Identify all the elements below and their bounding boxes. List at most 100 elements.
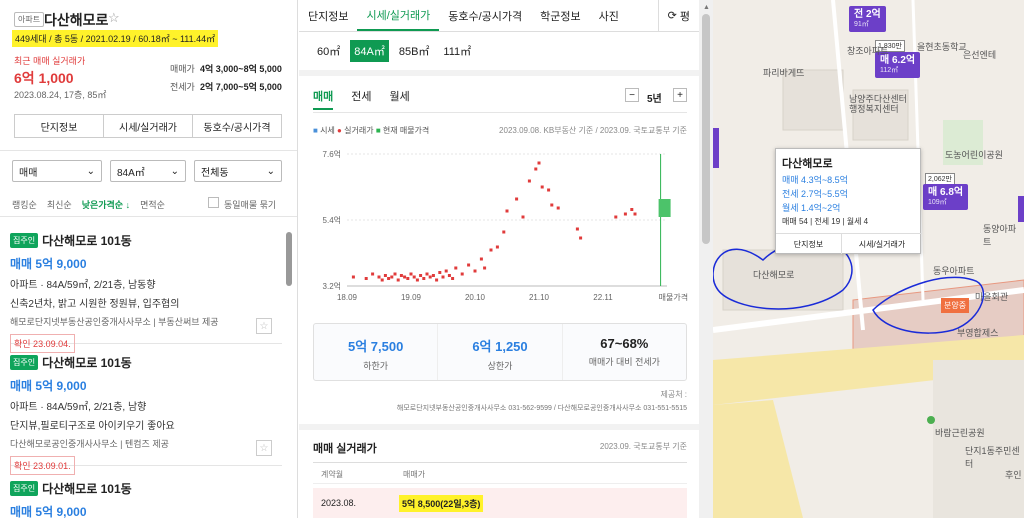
map-label: 은선엔테 — [963, 50, 997, 60]
deal-point — [473, 269, 477, 273]
period-plus-button[interactable]: + — [673, 88, 687, 102]
star-icon[interactable]: ☆ — [256, 440, 272, 456]
dong-value: 전체동 — [201, 167, 229, 179]
map-label: 단지1동주민센터 — [965, 446, 1020, 469]
map-label: 바람근린공원 — [935, 428, 985, 438]
pin-sub: 112㎡ — [880, 66, 899, 74]
deal-point — [521, 215, 525, 219]
sort-low-price[interactable]: 낮은가격순 ↓ — [82, 198, 130, 211]
price-button[interactable]: 시세/실거래가 — [104, 115, 193, 137]
legend-listing-marker: ■ — [375, 126, 381, 135]
map-label: 동우아파트 — [933, 266, 975, 276]
sort-ranking[interactable]: 랭킹순 — [12, 198, 37, 211]
pin-title: 매 6.8억 — [928, 187, 964, 198]
summary-high-label: 상한가 — [487, 361, 513, 371]
popup-price-button[interactable]: 시세/실거래가 — [842, 234, 922, 254]
deal-point — [515, 197, 519, 201]
deal-point — [387, 277, 391, 280]
deal-point — [380, 278, 384, 282]
popup-rent: 월세 1.4억~2억 — [782, 203, 841, 213]
chart-legend: ■ 시세 ● 실거래가 ■ 현재 매물가격 — [313, 125, 429, 136]
trade-type-select[interactable]: 매매 ⌄ — [12, 160, 102, 182]
area-select[interactable]: 84A㎡ ⌄ — [110, 160, 186, 182]
period-value: 5년 — [647, 94, 662, 105]
map-label: 행정복지센터 — [849, 104, 899, 114]
popup-info-button[interactable]: 단지정보 — [776, 234, 842, 254]
deal-point — [527, 179, 531, 183]
area-value: 84A㎡ — [117, 167, 145, 179]
complex-info-button[interactable]: 단지정보 — [15, 115, 104, 137]
star-icon[interactable]: ☆ — [256, 318, 272, 334]
pin-title: 전 2억 — [854, 9, 881, 20]
deal-point — [403, 275, 407, 279]
sort-latest[interactable]: 최신순 — [47, 198, 72, 211]
dong-select[interactable]: 전체동 ⌄ — [194, 160, 282, 182]
tab-complex-info[interactable]: 단지정보 — [299, 0, 357, 31]
listing-source: 다산해모로공인중개사사무소 | 텐컴즈 제공 — [10, 439, 169, 449]
tab-school[interactable]: 학군정보 — [531, 0, 589, 31]
tab-price[interactable]: 시세/실거래가 — [357, 0, 440, 31]
subtab-rent[interactable]: 월세 — [390, 88, 410, 110]
map-view[interactable]: 전 2억 91㎡ 1,830만 매 6.2억 112㎡ 2,062만 매 6.8억 1… — [713, 0, 1024, 518]
area-tab-active[interactable]: 84A㎡ — [350, 40, 389, 62]
deals-row[interactable]: 2023.08. 5억 8,500(22일,3층) — [313, 488, 687, 518]
presale-marker[interactable]: 분양중 — [941, 298, 970, 313]
deal-point — [454, 266, 458, 270]
map-pin-edge[interactable] — [713, 128, 719, 168]
owner-tag: 집주인 — [10, 481, 39, 497]
sort-bar: 랭킹순 최신순 낮은가격순 ↓ 면적순 — [12, 198, 165, 211]
provider-label: 제공처 : — [660, 390, 687, 399]
x-tick-label: 20.10 — [465, 293, 486, 302]
scroll-thumb[interactable] — [702, 14, 710, 244]
map-label: 도농어린이공원 — [945, 150, 1003, 160]
subtab-sale[interactable]: 매매 — [313, 88, 334, 110]
listing-title: 다산해모로 101동 — [42, 356, 132, 371]
unit-toggle-button[interactable]: ⟳ 평 — [657, 0, 699, 31]
map-label: 부영합제스 — [957, 328, 999, 338]
tab-unit-price[interactable]: 동호수/공시가격 — [439, 0, 531, 31]
list-scrollbar[interactable] — [286, 232, 292, 286]
listing-title: 다산해모로 101동 — [42, 234, 132, 249]
area-tab[interactable]: 111㎡ — [439, 40, 475, 62]
deal-point — [460, 272, 464, 276]
detail-tabs: 단지정보 시세/실거래가 동호수/공시가격 학군정보 사진 ⟳ 평 — [299, 0, 699, 32]
list-item[interactable]: 집주인 다산해모로 101동 매매 5억 9,000 아파트 · 84A/59㎡,… — [10, 354, 282, 475]
subtab-jeonse[interactable]: 전세 — [351, 88, 371, 110]
deal-point — [614, 215, 618, 219]
deal-point — [444, 269, 448, 273]
complex-popup: 다산해모로 매매 4.3억~8.5억 전세 2.7억~5.5억 월세 1.4억~… — [775, 148, 922, 254]
deal-point — [441, 275, 445, 279]
deal-point — [547, 188, 551, 192]
list-item[interactable]: 집주인 다산해모로 101동 매매 5억 9,000 — [10, 480, 282, 518]
sale-value: 4억 3,000~8억 5,000 — [200, 64, 282, 74]
deal-point — [409, 272, 413, 276]
y-tick-label: 7.6억 — [323, 149, 341, 159]
unit-price-button[interactable]: 동호수/공시가격 — [193, 115, 281, 137]
page-scrollbar[interactable]: ▲ — [699, 0, 713, 518]
list-item[interactable]: 집주인 다산해모로 101동 매매 5억 9,000 아파트 · 84A/59㎡,… — [10, 232, 282, 353]
owner-tag: 집주인 — [10, 233, 39, 249]
deal-point — [406, 277, 410, 280]
area-tab[interactable]: 60㎡ — [313, 40, 344, 62]
deal-point — [364, 277, 368, 280]
summary-ratio: 67~68% 매매가 대비 전세가 — [563, 324, 686, 380]
same-listing-checkbox[interactable] — [208, 197, 219, 208]
tab-photo[interactable]: 사진 — [590, 0, 628, 31]
complex-info: 449세대 / 총 5동 / 2021.02.19 / 60.18㎡ ~ 111… — [12, 30, 219, 47]
map-price-pin[interactable]: 매 6.8억 109㎡ — [923, 184, 969, 210]
sort-area[interactable]: 면적순 — [140, 198, 165, 211]
owner-tag: 집주인 — [10, 355, 39, 371]
summary-high: 6억 1,250 상한가 — [438, 324, 563, 380]
map-price-pin[interactable]: 전 2억 91㎡ — [849, 6, 886, 32]
map-pin-edge[interactable] — [1018, 196, 1024, 222]
area-tab[interactable]: 85B㎡ — [395, 40, 434, 62]
period-minus-button[interactable]: − — [625, 88, 639, 102]
y-tick-label: 5.4억 — [323, 215, 341, 225]
scroll-up-icon[interactable]: ▲ — [703, 4, 710, 11]
deal-point — [383, 274, 387, 277]
favorite-star-icon[interactable]: ☆ — [108, 10, 120, 26]
listing-desc: 아파트 · 84A/59㎡, 2/21층, 남향 — [10, 402, 147, 413]
price-summary: 5억 7,500 하한가 6억 1,250 상한가 67~68% 매매가 대비 전세가 — [313, 323, 687, 381]
chart-basis: 2023.09.08. KB부동산 기준 / 2023.09. 국토교통부 기준 — [499, 126, 687, 135]
trade-subtabs: 매매 전세 월세 — [313, 88, 410, 110]
